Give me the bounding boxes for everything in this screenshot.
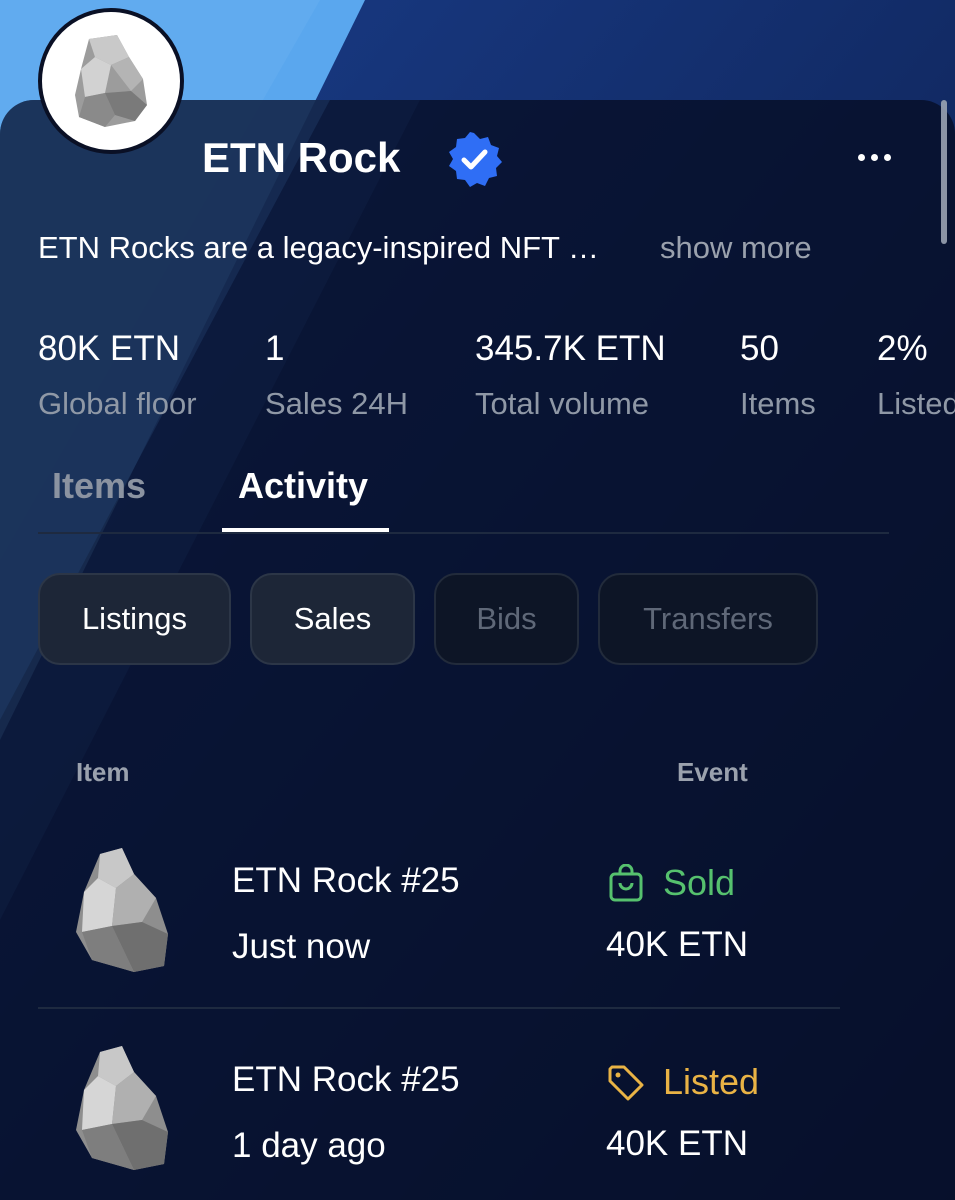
stat-label: Total volume — [475, 386, 650, 421]
rock-icon[interactable] — [72, 1046, 172, 1170]
row-item-time: Just now — [232, 927, 371, 966]
rock-icon[interactable] — [72, 848, 172, 972]
column-header-item: Item — [76, 757, 130, 787]
filter-sales[interactable]: Sales — [250, 573, 415, 665]
stat-value: 50 — [740, 329, 779, 368]
stat-listed: 2% Listed — [877, 326, 955, 426]
column-header-event: Event — [677, 757, 748, 787]
collection-avatar — [38, 8, 184, 154]
rock-icon — [75, 35, 147, 127]
tabs-divider — [38, 532, 889, 534]
stat-label: Items — [740, 386, 816, 421]
page-scrollbar[interactable] — [941, 100, 947, 244]
collection-description: ETN Rocks are a legacy-inspired NFT … — [38, 230, 600, 265]
tag-icon — [608, 1065, 644, 1101]
row-item-name[interactable]: ETN Rock #25 — [232, 858, 460, 904]
row-divider — [38, 1007, 840, 1009]
verified-badge-icon — [449, 132, 502, 187]
event-status-sold: Sold — [663, 862, 736, 903]
shopping-bag-icon — [609, 864, 643, 902]
dot-icon — [857, 153, 865, 161]
show-more-link[interactable]: show more — [660, 226, 812, 270]
more-options-button[interactable] — [846, 140, 902, 174]
stat-items: 50 Items — [740, 326, 816, 426]
stat-sales-24h: 1 Sales 24H — [265, 326, 408, 426]
row-item-name[interactable]: ETN Rock #25 — [232, 1057, 460, 1103]
collection-title: ETN Rock — [202, 134, 401, 181]
filter-bids[interactable]: Bids — [434, 573, 579, 665]
dot-icon — [870, 153, 878, 161]
tab-activity[interactable]: Activity — [238, 462, 368, 510]
event-price: 40K ETN — [606, 1124, 748, 1163]
active-tab-indicator — [222, 528, 389, 532]
row-item-time: 1 day ago — [232, 1126, 386, 1165]
stat-value: 1 — [265, 329, 285, 368]
stat-value: 80K ETN — [38, 329, 180, 368]
tab-items[interactable]: Items — [52, 462, 146, 510]
event-status-listed: Listed — [663, 1061, 760, 1102]
stat-global-floor: 80K ETN Global floor — [38, 326, 197, 426]
stat-label: Listed — [877, 386, 955, 421]
dot-icon — [883, 153, 891, 161]
stat-value: 345.7K ETN — [475, 329, 666, 368]
event-price: 40K ETN — [606, 925, 748, 964]
filter-listings[interactable]: Listings — [38, 573, 231, 665]
filter-transfers[interactable]: Transfers — [598, 573, 818, 665]
stat-total-volume: 345.7K ETN Total volume — [475, 326, 666, 426]
stat-label: Global floor — [38, 386, 197, 421]
stat-label: Sales 24H — [265, 386, 409, 421]
stat-value: 2% — [877, 329, 928, 368]
